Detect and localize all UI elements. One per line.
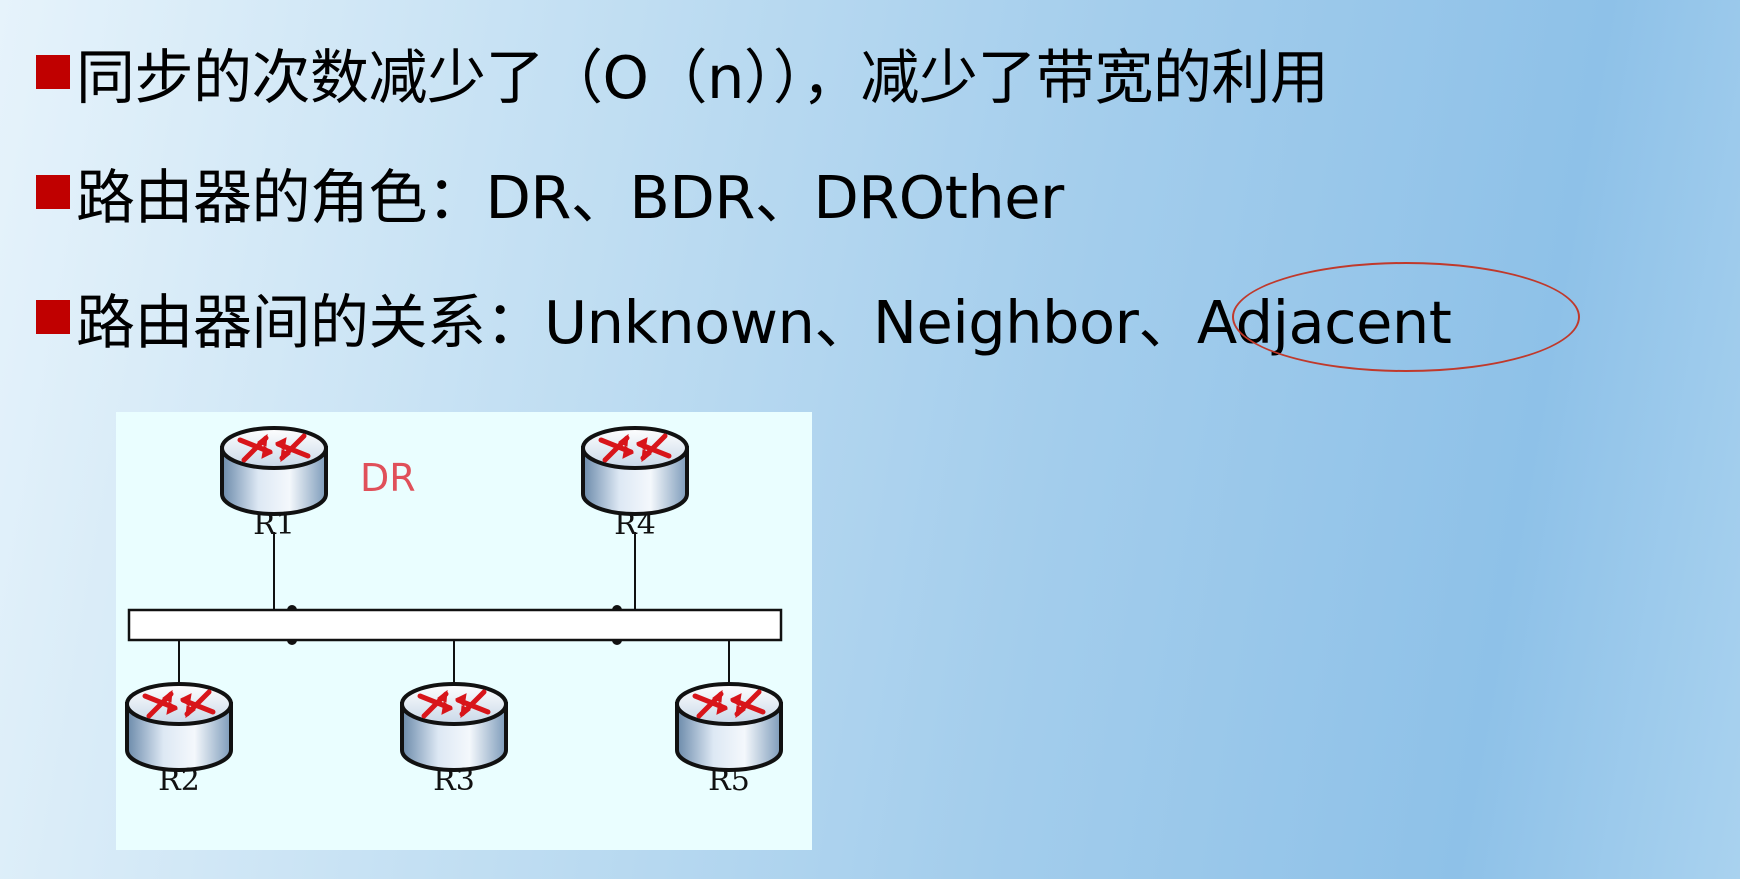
router-r4-label: R4 <box>614 507 656 542</box>
network-diagram-svg: R1 R4 R2 R3 R5 DR <box>116 412 812 798</box>
bullet-text: 路由器的角色：DR、BDR、DROther <box>76 162 1064 232</box>
router-r5: R5 <box>677 684 781 798</box>
bullet-2: 路由器的角色：DR、BDR、DROther <box>36 152 1064 232</box>
dr-label: DR <box>360 456 416 500</box>
router-r1: R1 <box>222 428 326 542</box>
router-r3-label: R3 <box>433 763 475 798</box>
router-r1-label: R1 <box>253 507 295 542</box>
bullet-text: 同步的次数减少了（O（n）），减少了带宽的利用 <box>76 42 1329 112</box>
router-r5-label: R5 <box>708 763 750 798</box>
network-diagram: R1 R4 R2 R3 R5 DR <box>116 412 812 850</box>
router-r3: R3 <box>402 684 506 798</box>
ethernet-bus <box>127 608 783 642</box>
router-r4: R4 <box>583 428 687 542</box>
square-bullet-icon <box>36 55 70 89</box>
router-r2-label: R2 <box>158 763 200 798</box>
router-r2: R2 <box>127 684 231 798</box>
adjacent-highlight-ellipse <box>1232 262 1580 372</box>
bullet-1: 同步的次数减少了（O（n）），减少了带宽的利用 <box>36 32 1329 112</box>
square-bullet-icon <box>36 175 70 209</box>
square-bullet-icon <box>36 300 70 334</box>
